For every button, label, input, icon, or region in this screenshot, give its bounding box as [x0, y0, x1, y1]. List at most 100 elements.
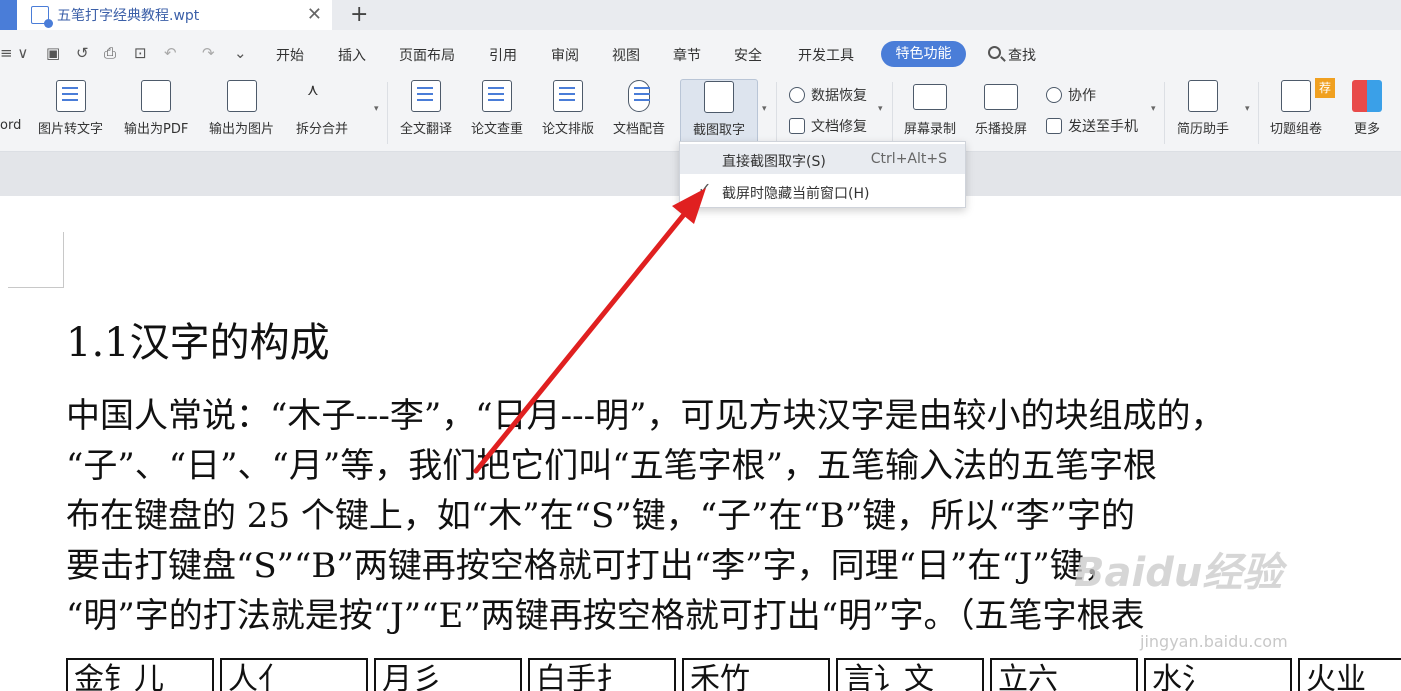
- button-label: 输出为PDF: [124, 122, 189, 137]
- data-recovery-button[interactable]: 数据恢复: [789, 85, 867, 105]
- new-tab-button[interactable]: +: [350, 2, 368, 27]
- export-pdf-button[interactable]: 输出为PDF: [124, 80, 188, 137]
- split-merge-button[interactable]: ⋏ 拆分合并: [296, 80, 348, 137]
- paragraph-line-4: 要击打键盘“S”“B”两键再按空格就可打出“李”字，同理“日”在“J”键，: [66, 546, 1118, 586]
- more-apps-icon: [1352, 80, 1382, 112]
- gallery-expand-icon[interactable]: ▾: [878, 104, 883, 114]
- redo-icon[interactable]: ↷: [202, 44, 215, 62]
- menu-page-layout[interactable]: 页面布局: [399, 45, 455, 65]
- save-icon[interactable]: ▣: [46, 44, 60, 62]
- page-corner-mark: [8, 232, 64, 288]
- ribbon-divider: [1164, 82, 1165, 144]
- watermark-logo: Baidu经验: [1074, 550, 1283, 596]
- cast-screen-button[interactable]: 乐播投屏: [975, 80, 1027, 137]
- table-cell: 言讠文: [836, 658, 984, 691]
- undo-icon[interactable]: ↶: [164, 44, 177, 62]
- button-label: 文档修复: [811, 119, 867, 135]
- menu-item-direct-screenshot[interactable]: 直接截图取字(S) Ctrl+Alt+S: [680, 144, 965, 174]
- menu-references[interactable]: 引用: [489, 45, 517, 65]
- repair-icon: [789, 118, 805, 134]
- tab-accent: [0, 0, 17, 30]
- menu-view[interactable]: 视图: [612, 45, 640, 65]
- resume-icon: [1188, 80, 1218, 112]
- menu-item-hide-window[interactable]: ✓ 截屏时隐藏当前窗口(H): [680, 176, 965, 206]
- print-icon[interactable]: ⎙: [104, 44, 116, 62]
- button-label: 文档配音: [613, 122, 666, 137]
- menu-home[interactable]: 开始: [276, 45, 304, 65]
- document-page[interactable]: 1.1汉字的构成 中国人常说：“木子---李”，“日月---明”，可见方块汉字是…: [0, 196, 1401, 691]
- ribbon-divider: [1258, 82, 1259, 144]
- table-cell: 立六: [990, 658, 1138, 691]
- ribbon-divider: [892, 82, 893, 144]
- translate-icon: [411, 80, 441, 112]
- export-pdf-icon: [141, 80, 172, 112]
- table-cell: 水氵: [1144, 658, 1292, 691]
- table-cell: 火业: [1298, 658, 1401, 691]
- menu-security[interactable]: 安全: [734, 45, 762, 65]
- print-preview-icon[interactable]: ⊡: [134, 44, 147, 62]
- writer-file-icon: [31, 6, 53, 28]
- screen-record-button[interactable]: 屏幕录制: [904, 80, 956, 137]
- button-label: 论文排版: [542, 122, 595, 137]
- image-to-text-button[interactable]: 图片转文字: [38, 80, 103, 137]
- close-tab-icon[interactable]: ✕: [307, 4, 322, 25]
- menu-developer[interactable]: 开发工具: [798, 45, 854, 65]
- menu-review[interactable]: 审阅: [551, 45, 579, 65]
- ribbon-divider: [387, 82, 388, 144]
- button-label: 全文翻译: [400, 122, 453, 137]
- menu-special-features[interactable]: 特色功能: [881, 41, 966, 67]
- image-to-text-icon: [55, 80, 86, 112]
- radicals-table: 金钅儿 人亻 月彡 白手扌 禾竹 言讠文 立六 水氵 火业: [66, 658, 1401, 691]
- paper-layout-button[interactable]: 论文排版: [542, 80, 594, 137]
- person-icon: [1046, 87, 1062, 103]
- button-label: 屏幕录制: [904, 122, 957, 137]
- screenshot-ocr-button[interactable]: 截图取字: [680, 79, 758, 145]
- menu-section[interactable]: 章节: [673, 45, 701, 65]
- table-cell: 白手扌: [528, 658, 676, 691]
- search-icon: [988, 46, 1001, 59]
- more-button[interactable]: 更多: [1352, 80, 1382, 137]
- doc-repair-button[interactable]: 文档修复: [789, 116, 867, 136]
- partial-button-label[interactable]: ord: [0, 118, 21, 133]
- export-image-button[interactable]: 输出为图片: [209, 80, 274, 137]
- split-merge-icon: ⋏: [307, 80, 319, 99]
- gallery-expand-icon[interactable]: ▾: [1151, 104, 1156, 114]
- tab-title: 五笔打字经典教程.wpt: [57, 8, 200, 24]
- table-cell: 禾竹: [682, 658, 830, 691]
- menu-insert[interactable]: 插入: [338, 45, 366, 65]
- resume-assistant-button[interactable]: 简历助手: [1177, 80, 1229, 137]
- cast-screen-icon: [984, 84, 1018, 110]
- translate-button[interactable]: 全文翻译: [400, 80, 452, 137]
- recommend-badge: 荐: [1315, 78, 1335, 98]
- doc-voiceover-button[interactable]: 文档配音: [613, 80, 665, 137]
- phone-icon: [1046, 118, 1062, 134]
- gallery-expand-icon[interactable]: ▾: [762, 104, 767, 114]
- button-label: 乐播投屏: [975, 122, 1028, 137]
- search-command[interactable]: 查找: [1008, 45, 1036, 65]
- paper-check-button[interactable]: 论文查重: [471, 80, 523, 137]
- paper-layout-icon: [553, 80, 583, 112]
- button-label: 输出为图片: [209, 122, 275, 137]
- button-label: 发送至手机: [1068, 119, 1138, 135]
- send-to-phone-button[interactable]: 发送至手机: [1046, 116, 1138, 136]
- gallery-expand-icon[interactable]: ▾: [1245, 104, 1250, 114]
- tab-document[interactable]: 五笔打字经典教程.wpt ✕: [17, 0, 332, 30]
- paragraph-line-3: 布在键盘的 25 个键上，如“木”在“S”键，“子”在“B”键，所以“李”字的: [66, 496, 1135, 536]
- collaborate-button[interactable]: 协作: [1046, 85, 1096, 105]
- paragraph-line-5: “明”字的打法就是按“J”“E”两键再按空格就可打出“明”字。（五笔字根表: [66, 596, 1145, 636]
- paragraph-line-2: “子”、“日”、“月”等，我们把它们叫“五笔字根”，五笔输入法的五笔字根: [66, 446, 1158, 486]
- microphone-icon: [628, 80, 650, 112]
- screenshot-ocr-dropdown: 直接截图取字(S) Ctrl+Alt+S ✓ 截屏时隐藏当前窗口(H): [679, 141, 966, 208]
- format-painter-icon[interactable]: ↺: [76, 44, 89, 62]
- shortcut-label: Ctrl+Alt+S: [870, 151, 947, 167]
- file-menu-fragment[interactable]: ≡ ∨: [0, 44, 28, 62]
- export-image-icon: [226, 80, 257, 112]
- button-label: 简历助手: [1177, 122, 1230, 137]
- recovery-icon: [789, 87, 805, 103]
- gallery-expand-icon[interactable]: ▾: [374, 104, 379, 114]
- check-icon: ✓: [698, 179, 712, 198]
- customize-quick-access-icon[interactable]: ⌄: [234, 44, 247, 62]
- button-label: 切题组卷: [1270, 122, 1323, 137]
- screenshot-ocr-icon: [704, 81, 734, 113]
- button-label: 更多: [1353, 122, 1380, 137]
